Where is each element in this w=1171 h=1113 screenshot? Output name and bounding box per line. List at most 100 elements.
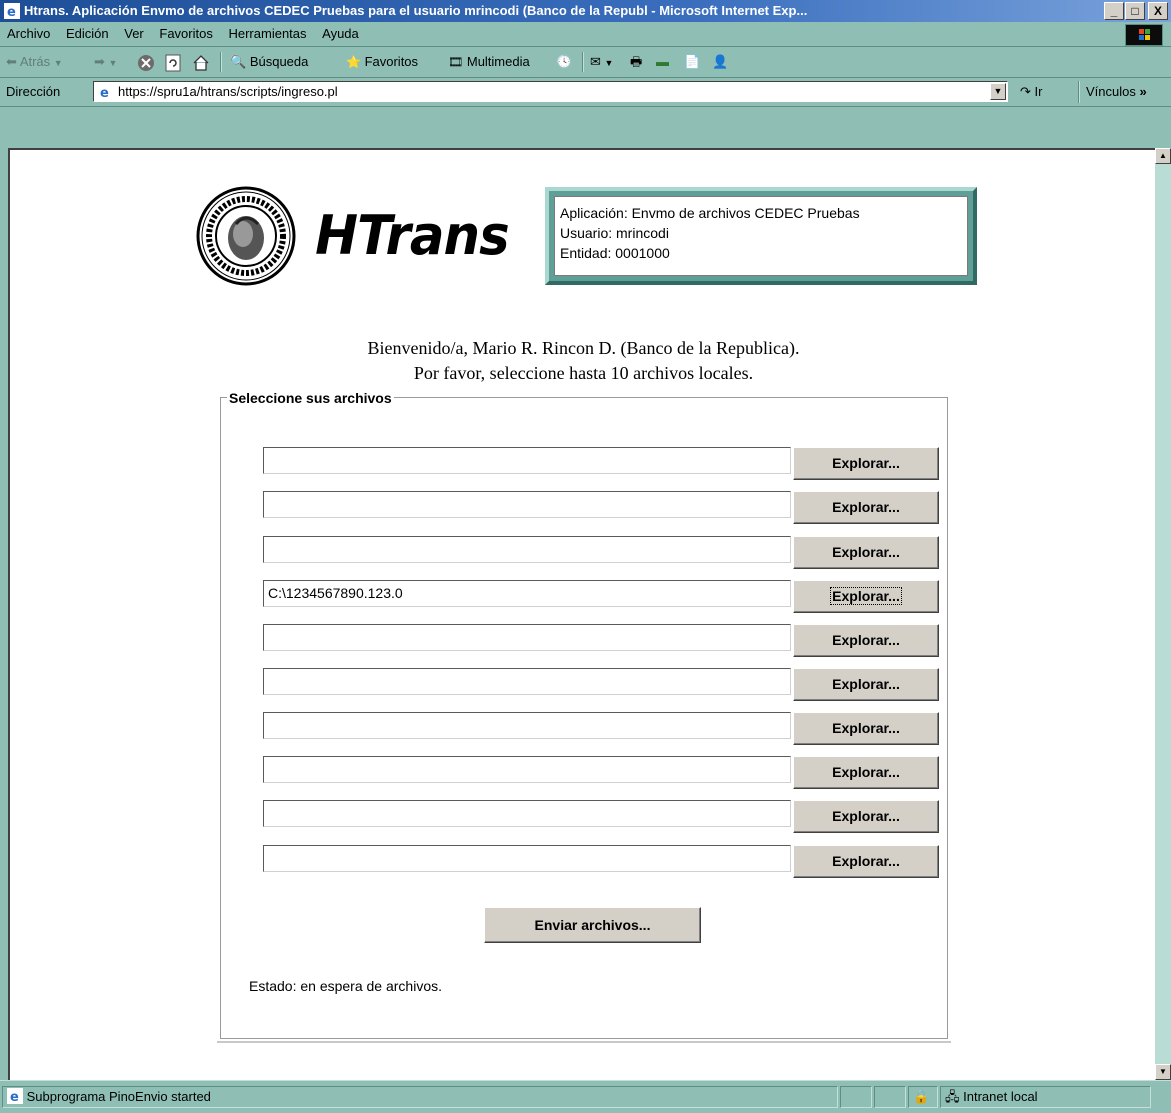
file-selection-fieldset: Seleccione sus archivos Explorar... Expl… [220,390,948,1039]
file-input-8[interactable] [263,756,791,783]
discuss-button[interactable]: 📄 [684,51,700,73]
chevron-down-icon: ▼ [993,86,1003,96]
file-input-3[interactable] [263,536,791,563]
browse-label: Explorar... [832,720,900,736]
file-input-4[interactable]: C:\1234567890.123.0 [263,580,791,607]
status-progress-cell [840,1086,872,1108]
browse-label: Explorar... [832,676,900,692]
close-button[interactable]: X [1148,2,1168,20]
menu-edicion[interactable]: Edición [60,22,115,46]
status-bar: e Subprograma PinoEnvio started 🔒 🖧 Intr… [0,1080,1171,1113]
menu-ayuda[interactable]: Ayuda [316,22,365,46]
address-dropdown-button[interactable]: ▼ [990,83,1006,100]
go-arrow-icon: ↷ [1020,84,1031,99]
application-info: Aplicación: Envmo de archivos CEDEC Prue… [560,205,860,221]
file-input-10[interactable] [263,845,791,872]
file-input-9[interactable] [263,800,791,827]
history-icon: 🕓 [556,54,573,69]
svg-text:e: e [10,1090,19,1104]
media-button[interactable]: 🎞 Multimedia [448,51,530,73]
home-icon [193,54,209,71]
file-row: Explorar... [263,842,943,878]
search-button[interactable]: 🔍 Búsqueda [230,51,308,73]
status-blank-cell [874,1086,906,1108]
browse-label: Explorar... [832,853,900,869]
browse-button-4[interactable]: Explorar... [793,580,939,613]
favorites-label: Favoritos [364,54,419,69]
menu-herramientas[interactable]: Herramientas [222,22,312,46]
browse-button-5[interactable]: Explorar... [793,624,939,657]
edit-button[interactable]: ▬ [656,51,669,73]
edit-icon: ▬ [656,54,669,69]
browse-label: Explorar... [832,544,900,560]
go-button[interactable]: ↷ Ir [1020,84,1042,100]
search-icon: 🔍 [230,54,247,69]
file-row: Explorar... [263,533,943,569]
search-label: Búsqueda [249,54,309,69]
send-files-button[interactable]: Enviar archivos... [484,907,701,943]
browse-button-1[interactable]: Explorar... [793,447,939,480]
browse-button-2[interactable]: Explorar... [793,491,939,524]
page-viewport: HTrans Aplicación: Envmo de archivos CED… [8,148,1155,1080]
file-row: Explorar... [263,621,943,657]
file-row: Explorar... [263,709,943,745]
banco-republica-seal-logo [196,186,296,286]
svg-text:e: e [7,5,16,19]
file-input-1[interactable] [263,447,791,474]
chevron-right-icon: » [1139,84,1147,99]
window-title-bar[interactable]: e Htrans. Aplicación Envmo de archivos C… [0,0,1171,22]
browse-button-10[interactable]: Explorar... [793,845,939,878]
fieldset-legend: Seleccione sus archivos [227,390,394,406]
favorites-button[interactable]: ⭐ Favoritos [346,51,418,73]
back-arrow-icon: ⬅ [6,54,17,69]
file-input-6[interactable] [263,668,791,695]
browse-button-8[interactable]: Explorar... [793,756,939,789]
browse-button-6[interactable]: Explorar... [793,668,939,701]
go-label: Ir [1034,84,1043,99]
history-button[interactable]: 🕓 [556,51,572,73]
instructions-message: Por favor, seleccione hasta 10 archivos … [413,363,754,383]
menu-archivo[interactable]: Archivo [0,22,56,46]
window-title: Htrans. Aplicación Envmo de archivos CED… [24,3,808,18]
browse-label: Explorar... [832,808,900,824]
svg-text:e: e [100,86,109,100]
file-input-2[interactable] [263,491,791,518]
zone-cell: 🖧 Intranet local [940,1086,1151,1108]
links-button[interactable]: Vínculos » [1086,84,1147,99]
info-panel: Aplicación: Envmo de archivos CEDEC Prue… [545,187,977,285]
status-message-cell: e Subprograma PinoEnvio started [2,1086,838,1108]
minimize-button[interactable]: _ [1104,2,1124,20]
stop-icon [138,54,154,71]
vertical-scrollbar[interactable]: ▲ ▼ [1155,148,1171,1080]
scroll-down-button[interactable]: ▼ [1155,1064,1171,1080]
file-row: Explorar... [263,444,943,480]
horizontal-rule [217,1041,951,1043]
menu-ver[interactable]: Ver [118,22,150,46]
htrans-logo-text: HTrans [315,204,510,267]
refresh-button[interactable] [164,51,182,73]
forward-button[interactable]: ➡ ▼ [94,51,117,73]
home-button[interactable] [192,51,210,73]
internet-explorer-icon: e [4,3,20,19]
file-input-5[interactable] [263,624,791,651]
browse-button-7[interactable]: Explorar... [793,712,939,745]
chevron-down-icon: ▼ [108,58,118,68]
file-input-7[interactable] [263,712,791,739]
menu-favoritos[interactable]: Favoritos [153,22,218,46]
file-row: Explorar... [263,797,943,833]
stop-button[interactable] [137,51,155,73]
entity-info: Entidad: 0001000 [560,245,670,261]
zone-label: Intranet local [963,1089,1038,1104]
maximize-button[interactable]: □ [1125,2,1145,20]
messenger-button[interactable]: 👤 [712,51,728,73]
scroll-up-button[interactable]: ▲ [1155,148,1171,164]
browse-label: Explorar... [832,455,900,471]
browse-button-3[interactable]: Explorar... [793,536,939,569]
back-button[interactable]: ⬅ Atrás ▼ [6,51,63,73]
security-cell: 🔒 [908,1086,938,1108]
chevron-down-icon: ▼ [604,58,614,68]
browse-button-9[interactable]: Explorar... [793,800,939,833]
print-button[interactable]: 🖶 [630,51,642,73]
address-input[interactable]: e https://spru1a/htrans/scripts/ingreso.… [93,81,1008,102]
mail-button[interactable]: ✉ ▼ [590,51,613,73]
